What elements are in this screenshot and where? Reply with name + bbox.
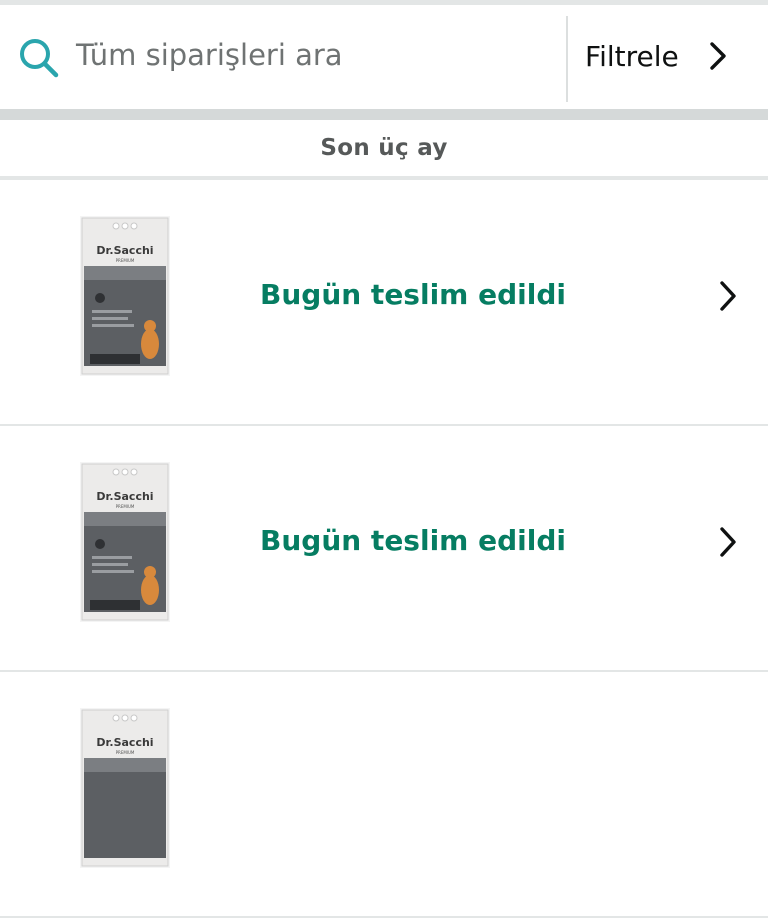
svg-text:Dr.Sacchi: Dr.Sacchi	[96, 736, 153, 749]
filter-label: Filtrele	[585, 40, 679, 73]
product-image: Dr.Sacchi PREMIUM	[80, 708, 170, 868]
order-row[interactable]: Dr.Sacchi PREMIUM Bugün teslim edildi	[0, 180, 768, 426]
chevron-right-icon[interactable]	[716, 525, 740, 559]
order-status: Bugün teslim edildi	[260, 278, 566, 311]
svg-text:PREMIUM: PREMIUM	[116, 750, 135, 755]
product-image: Dr.Sacchi PREMIUM	[80, 462, 170, 622]
svg-text:PREMIUM: PREMIUM	[116, 504, 135, 509]
order-status: Bugün teslim edildi	[260, 524, 566, 557]
section-separator	[0, 109, 768, 120]
section-title: Son üç ay	[320, 135, 448, 161]
search-icon[interactable]	[18, 37, 60, 79]
svg-text:Dr.Sacchi: Dr.Sacchi	[96, 244, 153, 257]
chevron-right-icon[interactable]	[716, 279, 740, 313]
search-input[interactable]: Tüm siparişleri ara	[76, 38, 343, 72]
order-row[interactable]: Dr.Sacchi PREMIUM	[0, 672, 768, 918]
order-row[interactable]: Dr.Sacchi PREMIUM Bugün teslim edildi	[0, 426, 768, 672]
svg-text:Dr.Sacchi: Dr.Sacchi	[96, 490, 153, 503]
svg-text:PREMIUM: PREMIUM	[116, 258, 135, 263]
section-header: Son üç ay	[0, 120, 768, 176]
search-bar: Tüm siparişleri ara Filtrele	[0, 5, 768, 109]
filter-button[interactable]: Filtrele	[568, 5, 768, 109]
chevron-right-icon	[710, 42, 726, 70]
product-image: Dr.Sacchi PREMIUM	[80, 216, 170, 376]
